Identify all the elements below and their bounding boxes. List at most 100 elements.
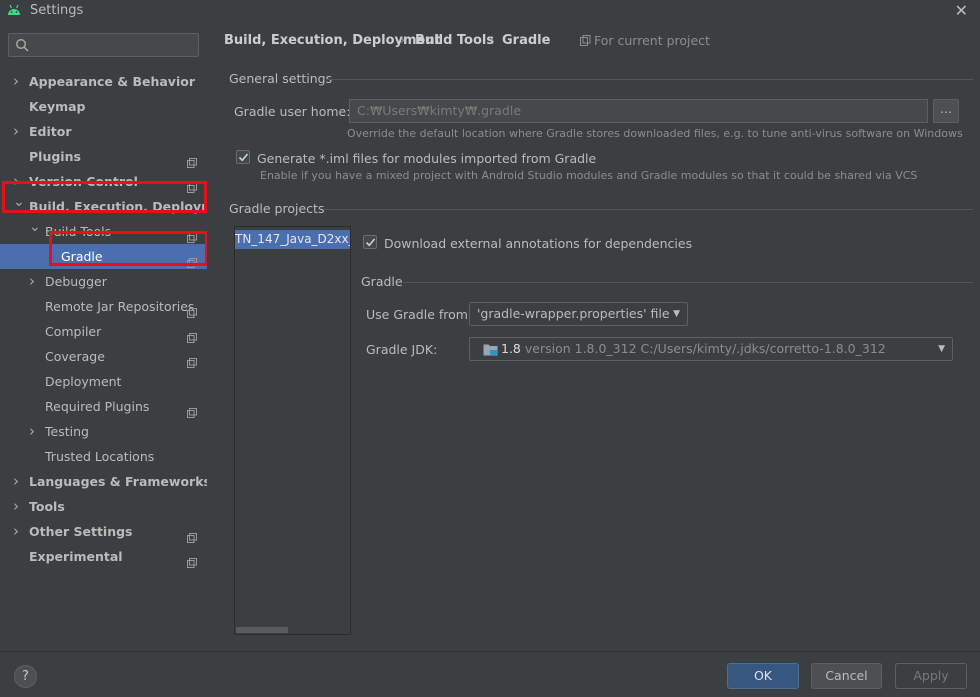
sidebar-item-label: Plugins [29, 149, 81, 164]
gradle-jdk-detail: version 1.8.0_312 C:/Users/kimty/.jdks/c… [524, 341, 886, 356]
sidebar-item-label: Tools [29, 499, 65, 514]
help-button[interactable]: ? [14, 665, 37, 688]
project-scope-icon [580, 35, 591, 46]
window-title: Settings [30, 3, 84, 18]
chevron-right-icon[interactable]: › [13, 494, 23, 519]
sidebar-item-label: Appearance & Behavior [29, 74, 195, 89]
section-divider [403, 282, 973, 283]
dialog-button-bar: ? OK Cancel Apply [0, 651, 980, 697]
project-scope-icon [187, 301, 197, 318]
ok-button[interactable]: OK [727, 663, 799, 689]
sidebar-item-label: Editor [29, 124, 72, 139]
settings-sidebar: › Appearance & Behavior Keymap › Editor Plugi… [0, 22, 237, 651]
search-icon [15, 38, 29, 52]
general-settings-title: General settings [229, 71, 333, 86]
sidebar-item-label: Debugger [45, 274, 107, 289]
sidebar-item-label: Remote Jar Repositories [45, 299, 195, 314]
sidebar-item[interactable]: Experimental [0, 544, 207, 569]
project-scope-icon [187, 351, 197, 368]
cancel-button[interactable]: Cancel [811, 663, 882, 689]
sidebar-item[interactable]: Trusted Locations [0, 444, 207, 469]
project-scope-icon [187, 226, 197, 243]
generate-iml-hint: Enable if you have a mixed project with … [260, 169, 918, 182]
sidebar-item[interactable]: Remote Jar Repositories [0, 294, 207, 319]
section-divider [324, 209, 973, 210]
title-bar: Settings ✕ [0, 0, 980, 22]
gradle-settings-content: General settings Gradle user home: C:₩Us… [216, 59, 980, 651]
project-scope-icon [187, 251, 197, 268]
sidebar-item-label: Compiler [45, 324, 102, 339]
sidebar-item[interactable]: › Tools [0, 494, 207, 519]
sidebar-item-label: Version Control [29, 174, 138, 189]
sidebar-item[interactable]: › Debugger [0, 269, 207, 294]
search-input[interactable] [8, 33, 199, 57]
sidebar-item[interactable]: Deployment [0, 369, 207, 394]
gradle-projects-title: Gradle projects [229, 201, 325, 216]
sidebar-item[interactable]: Keymap [0, 94, 207, 119]
gradle-subsection-title: Gradle [361, 274, 403, 289]
sidebar-item-label: Coverage [45, 349, 105, 364]
sidebar-item-label: Keymap [29, 99, 86, 114]
chevron-right-icon[interactable]: › [29, 419, 39, 444]
chevron-right-icon[interactable]: › [13, 69, 23, 94]
sidebar-item[interactable]: Required Plugins [0, 394, 207, 419]
gradle-home-hint: Override the default location where Grad… [347, 127, 963, 140]
project-scope-icon [187, 326, 197, 343]
sidebar-item-label: Languages & Frameworks [29, 474, 211, 489]
close-icon[interactable]: ✕ [955, 1, 968, 20]
gradle-jdk-select[interactable]: 1.8 version 1.8.0_312 C:/Users/kimty/.jd… [469, 337, 953, 361]
android-studio-icon [8, 4, 20, 15]
gradle-jdk-label: Gradle JDK: [366, 342, 438, 357]
gradle-home-field[interactable]: C:₩Users₩kimty₩.gradle [349, 99, 928, 123]
chevron-right-icon[interactable]: › [13, 469, 23, 494]
gradle-home-label: Gradle user home: [234, 104, 351, 119]
sidebar-item-label: Build Tools [45, 224, 112, 239]
sidebar-item[interactable]: › Version Control [0, 169, 207, 194]
sidebar-item[interactable]: › Testing [0, 419, 207, 444]
horizontal-scrollbar[interactable] [236, 627, 288, 633]
sidebar-item-label: Required Plugins [45, 399, 150, 414]
sidebar-item[interactable]: › Languages & Frameworks [0, 469, 211, 494]
list-item[interactable]: TN_147_Java_D2xx_fo [235, 230, 350, 249]
check-icon [238, 153, 249, 162]
project-scope-icon [187, 526, 197, 543]
chevron-right-icon[interactable]: › [13, 519, 23, 544]
chevron-down-icon[interactable]: ⌄ [29, 215, 41, 240]
sidebar-item[interactable]: ⌄ Build Tools [0, 219, 207, 244]
gradle-projects-list: TN_147_Java_D2xx_fo [234, 226, 351, 635]
use-gradle-from-select[interactable]: 'gradle-wrapper.properties' file ▼ [469, 302, 688, 326]
breadcrumb-item: Build, Execution, Deployment [224, 33, 441, 48]
scope-label: For current project [594, 33, 710, 48]
breadcrumb-item: Build Tools [415, 33, 495, 48]
sidebar-item[interactable]: › Editor [0, 119, 207, 144]
browse-button[interactable]: ... [933, 99, 959, 123]
project-scope-icon [187, 151, 197, 168]
chevron-right-icon[interactable]: › [29, 269, 39, 294]
check-icon [365, 238, 376, 247]
settings-main-panel: Build, Execution, Deployment › Build Too… [207, 22, 980, 651]
apply-button[interactable]: Apply [895, 663, 967, 689]
dropdown-arrow-icon: ▼ [673, 309, 680, 319]
sidebar-item[interactable]: Plugins [0, 144, 207, 169]
chevron-down-icon[interactable]: ⌄ [13, 190, 25, 215]
sidebar-item-label: Gradle [61, 249, 103, 264]
scope-indicator: For current project [580, 33, 710, 48]
sidebar-item-label: Deployment [45, 374, 122, 389]
download-annotations-checkbox[interactable] [363, 235, 377, 249]
sidebar-item[interactable]: › Other Settings [0, 519, 207, 544]
chevron-right-icon[interactable]: › [13, 119, 23, 144]
sidebar-item[interactable]: Compiler [0, 319, 207, 344]
generate-iml-label[interactable]: Generate *.iml files for modules importe… [257, 151, 596, 166]
sidebar-item[interactable]: › Appearance & Behavior [0, 69, 207, 94]
download-annotations-label[interactable]: Download external annotations for depend… [384, 236, 692, 251]
sidebar-item[interactable]: Coverage [0, 344, 207, 369]
dropdown-arrow-icon: ▼ [938, 344, 945, 354]
generate-iml-checkbox[interactable] [236, 150, 250, 164]
sidebar-item-label: Other Settings [29, 524, 133, 539]
folder-icon [483, 344, 498, 356]
sidebar-item-label: Trusted Locations [45, 449, 155, 464]
breadcrumb-item: Gradle [502, 33, 551, 48]
sidebar-item-label: Testing [45, 424, 89, 439]
sidebar-item[interactable]: Gradle [0, 244, 207, 269]
breadcrumb-separator: › [489, 33, 495, 48]
